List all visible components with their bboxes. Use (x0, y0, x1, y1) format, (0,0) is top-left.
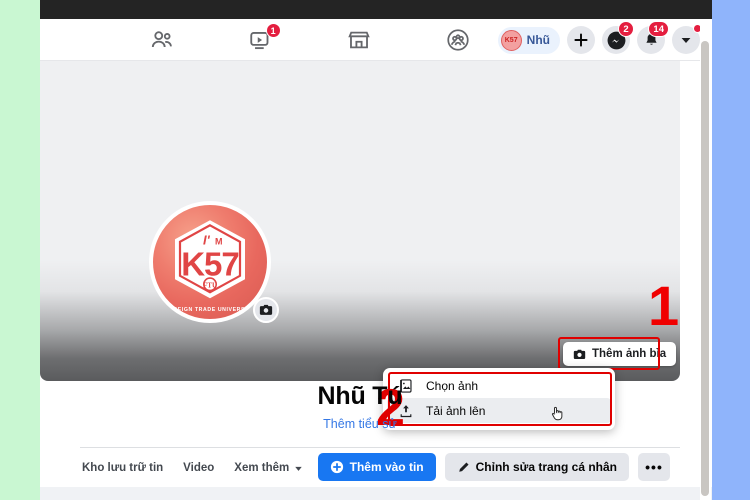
messenger-badge: 2 (618, 21, 634, 37)
tab-label: Kho lưu trữ tin (82, 462, 164, 474)
k57-logo: I' M K57 FTU (175, 220, 245, 299)
annotation-box-step-1 (558, 337, 660, 370)
watch-badge: 1 (265, 23, 281, 38)
add-to-story-label: Thêm vào tin (349, 460, 424, 474)
add-to-story-button[interactable]: Thêm vào tin (317, 453, 436, 481)
chevron-down-icon (679, 33, 693, 47)
page-left-margin (0, 0, 40, 500)
create-button[interactable] (567, 26, 595, 54)
page-title: Nhũ Tú (317, 382, 403, 410)
profile-tabs: Kho lưu trữ tin Video Xem thêm (82, 453, 303, 483)
profile-picture-container[interactable]: I' M K57 FTU FOREIGN TRADE UNIVERSITY (149, 201, 279, 323)
avatar: K57 (500, 29, 522, 51)
browser-top-bar (40, 0, 712, 19)
tab-label: Video (183, 462, 215, 474)
browser-frame: 1 K57 Nhũ 2 14 Thêm ảnh bìa 1 Chọn ảnh T… (40, 0, 712, 500)
avatar-label: K57 (504, 36, 518, 44)
svg-text:K57: K57 (181, 245, 239, 282)
plus-icon (573, 32, 589, 48)
tab-see-more[interactable]: Xem thêm (234, 462, 303, 474)
nav-item-groups[interactable] (431, 22, 485, 58)
camera-icon (259, 303, 273, 317)
cover-photo[interactable] (40, 61, 680, 381)
groups-icon (445, 27, 471, 53)
page-right-margin (712, 0, 750, 500)
tab-story-archive[interactable]: Kho lưu trữ tin (82, 462, 163, 474)
notifications-button[interactable]: 14 (637, 21, 669, 54)
profile-picture: I' M K57 FTU FOREIGN TRADE UNIVERSITY (149, 201, 271, 323)
annotation-marker-1: 1 (648, 274, 680, 337)
divider (80, 447, 680, 448)
nav-item-watch[interactable]: 1 (234, 22, 288, 58)
tab-label: Xem thêm (234, 462, 290, 474)
edit-profile-button[interactable]: Chỉnh sửa trang cá nhân (444, 453, 629, 481)
friends-icon (149, 27, 175, 53)
page-footer-strip (40, 487, 712, 500)
account-menu-button[interactable] (672, 24, 702, 54)
plus-circle-icon (330, 460, 344, 474)
change-profile-picture-button[interactable] (253, 297, 279, 323)
more-options-button[interactable]: ••• (638, 453, 670, 481)
header-nav: 1 (135, 19, 485, 61)
messenger-button[interactable]: 2 (602, 21, 634, 54)
scrollbar-thumb[interactable] (701, 41, 709, 496)
tab-video[interactable]: Video (183, 462, 214, 474)
notifications-badge: 14 (648, 21, 669, 37)
profile-actions: Thêm vào tin Chỉnh sửa trang cá nhân ••• (317, 452, 670, 482)
scrollbar-track[interactable] (700, 19, 711, 500)
add-bio-link[interactable]: Thêm tiểu sử (40, 417, 680, 431)
header-profile-button[interactable]: K57 Nhũ (497, 26, 560, 54)
chevron-down-icon (294, 464, 303, 473)
university-label: FOREIGN TRADE UNIVERSITY (165, 307, 255, 313)
nav-item-marketplace[interactable] (332, 22, 386, 58)
nav-item-friends[interactable] (135, 22, 189, 58)
marketplace-icon (346, 27, 372, 53)
header-right-controls: K57 Nhũ 2 14 (497, 19, 702, 61)
header-profile-name: Nhũ (526, 33, 550, 47)
pencil-icon (457, 461, 470, 474)
edit-profile-label: Chỉnh sửa trang cá nhân (475, 460, 617, 474)
svg-text:FTU: FTU (203, 281, 217, 289)
profile-name-block: Nhũ Tú Thêm tiểu sử (40, 382, 680, 431)
